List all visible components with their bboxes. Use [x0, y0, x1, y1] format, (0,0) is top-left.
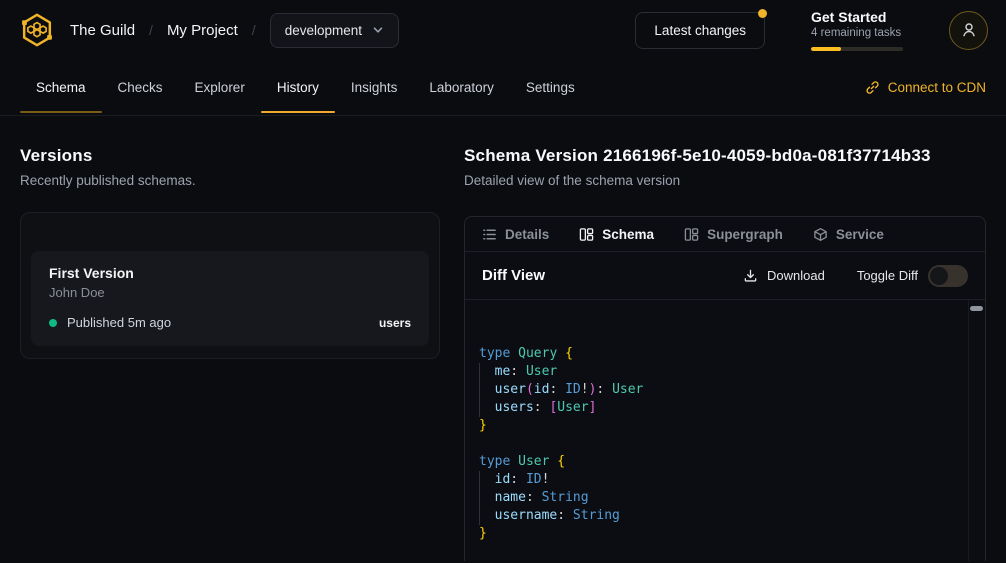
detail-tab-schema[interactable]: Schema: [579, 227, 654, 242]
tab-laboratory[interactable]: Laboratory: [413, 60, 510, 115]
target-selector-dropdown[interactable]: development: [270, 13, 399, 48]
service-name-badge: users: [379, 316, 411, 330]
breadcrumb-project[interactable]: My Project: [167, 22, 238, 39]
detail-tab-supergraph[interactable]: Supergraph: [684, 227, 783, 242]
tab-insights[interactable]: Insights: [335, 60, 414, 115]
diff-view-header: Diff View Download Toggle Diff: [465, 252, 985, 300]
columns-icon: [684, 227, 699, 242]
version-name: First Version: [49, 265, 411, 281]
code-block: type Query { me: User user(id: ID!): Use…: [479, 345, 971, 543]
breadcrumb-org[interactable]: The Guild: [70, 22, 135, 39]
notification-dot: [758, 9, 767, 18]
versions-subtitle: Recently published schemas.: [20, 173, 440, 188]
toggle-knob: [930, 267, 948, 285]
detail-tab-service[interactable]: Service: [813, 227, 884, 242]
detail-tab-details[interactable]: Details: [482, 227, 549, 242]
versions-title: Versions: [20, 146, 440, 166]
version-meta-row: Published 5m ago users: [49, 315, 411, 330]
target-nav-tabs: Schema Checks Explorer History Insights …: [0, 60, 1006, 116]
download-icon: [743, 268, 758, 283]
schema-version-title: Schema Version 2166196f-5e10-4059-bd0a-0…: [464, 146, 986, 166]
person-icon: [960, 21, 978, 39]
list-icon: [482, 227, 497, 242]
breadcrumb-separator: /: [252, 22, 256, 38]
schema-version-subtitle: Detailed view of the schema version: [464, 173, 986, 188]
connect-to-cdn-label: Connect to CDN: [888, 80, 986, 95]
published-status-text: Published 5m ago: [67, 315, 171, 330]
chevron-down-icon: [372, 24, 384, 36]
latest-changes-button[interactable]: Latest changes: [635, 12, 765, 49]
versions-list: First Version John Doe Published 5m ago …: [20, 212, 440, 359]
tab-history[interactable]: History: [261, 60, 335, 115]
get-started-widget[interactable]: Get Started 4 remaining tasks: [811, 9, 903, 51]
published-status-dot: [49, 319, 57, 327]
breadcrumb-separator: /: [149, 22, 153, 38]
get-started-title: Get Started: [811, 9, 903, 26]
detail-tab-label: Service: [836, 227, 884, 242]
tab-settings[interactable]: Settings: [510, 60, 591, 115]
chain-link-icon: [865, 80, 880, 95]
code-scrollbar-thumb[interactable]: [970, 306, 983, 311]
download-button[interactable]: Download: [743, 268, 825, 283]
version-detail-column: Schema Version 2166196f-5e10-4059-bd0a-0…: [464, 146, 986, 563]
latest-changes-label: Latest changes: [654, 23, 746, 38]
hive-logo-icon[interactable]: [18, 11, 56, 49]
top-header: The Guild / My Project / development Lat…: [0, 0, 1006, 60]
tab-explorer[interactable]: Explorer: [179, 60, 261, 115]
tab-checks[interactable]: Checks: [102, 60, 179, 115]
version-detail-panel: Details Schema Supergr: [464, 216, 986, 561]
detail-tab-label: Details: [505, 227, 549, 242]
versions-column: Versions Recently published schemas. Fir…: [20, 146, 440, 563]
detail-tab-label: Supergraph: [707, 227, 783, 242]
cube-icon: [813, 227, 828, 242]
schema-sdl-viewer[interactable]: type Query { me: User user(id: ID!): Use…: [465, 300, 985, 561]
connect-to-cdn-button[interactable]: Connect to CDN: [865, 60, 986, 115]
user-avatar-button[interactable]: [949, 11, 988, 50]
columns-icon: [579, 227, 594, 242]
version-list-item[interactable]: First Version John Doe Published 5m ago …: [31, 251, 429, 346]
toggle-diff-label: Toggle Diff: [857, 268, 918, 283]
breadcrumb: The Guild / My Project / development: [70, 13, 399, 48]
get-started-progress-bar: [811, 47, 903, 51]
detail-tab-bar: Details Schema Supergr: [465, 217, 985, 252]
download-label: Download: [767, 268, 825, 283]
diff-view-title: Diff View: [482, 267, 545, 284]
get-started-subtitle: 4 remaining tasks: [811, 26, 903, 41]
code-scrollbar-track: [968, 300, 969, 561]
toggle-diff-switch[interactable]: [928, 265, 968, 287]
version-author: John Doe: [49, 285, 411, 300]
tab-schema[interactable]: Schema: [20, 60, 102, 115]
progress-fill: [811, 47, 841, 51]
target-selector-value: development: [285, 23, 362, 38]
diff-actions: Download Toggle Diff: [743, 265, 968, 287]
main-content: Versions Recently published schemas. Fir…: [0, 116, 1006, 563]
detail-tab-label: Schema: [602, 227, 654, 242]
